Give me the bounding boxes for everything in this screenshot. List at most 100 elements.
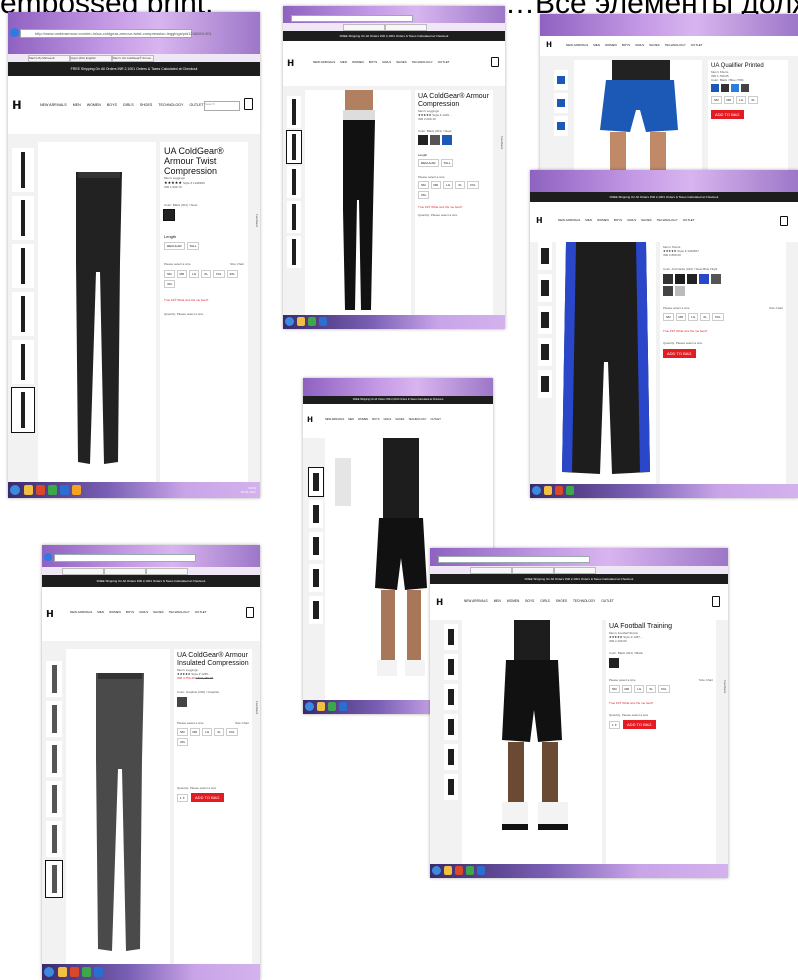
thumbnail[interactable]: [287, 201, 301, 233]
cart-icon[interactable]: [780, 216, 788, 226]
color-swatch[interactable]: [741, 84, 749, 92]
color-swatch[interactable]: [442, 135, 452, 145]
cart-icon[interactable]: [491, 57, 499, 67]
color-swatch[interactable]: [609, 658, 619, 668]
back-button[interactable]: [10, 28, 19, 37]
color-swatch[interactable]: [430, 135, 440, 145]
color-swatch[interactable]: [663, 286, 673, 296]
taskbar-app-icon[interactable]: [319, 317, 327, 326]
taskbar-app-icon[interactable]: [555, 486, 563, 495]
start-icon[interactable]: [44, 967, 54, 977]
thumbnail[interactable]: [46, 821, 62, 857]
thumbnail[interactable]: [309, 500, 323, 528]
nav-technology[interactable]: TECHNOLOGY: [158, 103, 183, 107]
tab-2[interactable]: Apps (RU) English: [70, 55, 112, 62]
add-to-bag-button[interactable]: ADD TO BAG: [663, 349, 696, 358]
ua-logo[interactable]: ʜ: [12, 96, 22, 114]
size-option[interactable]: SM: [711, 96, 722, 104]
taskbar-app-icon[interactable]: [297, 317, 305, 326]
taskbar-app-icon[interactable]: [60, 485, 69, 495]
feedback-tab[interactable]: Feedback: [723, 680, 727, 693]
size-option[interactable]: 3XL: [226, 270, 238, 278]
taskbar-app-icon[interactable]: [70, 967, 79, 977]
size-option[interactable]: 3XL: [177, 738, 189, 746]
taskbar-app-icon[interactable]: [308, 317, 316, 326]
thumbnail[interactable]: [444, 744, 458, 770]
size-option[interactable]: MD: [189, 728, 201, 736]
thumbnail-selected[interactable]: [308, 467, 324, 497]
thumbnail-selected[interactable]: [11, 387, 35, 433]
size-option[interactable]: MD: [675, 313, 687, 321]
size-option[interactable]: LG: [736, 96, 747, 104]
color-swatch[interactable]: [675, 286, 685, 296]
size-option[interactable]: XL: [700, 313, 710, 321]
cart-icon[interactable]: [246, 607, 254, 618]
tab-1[interactable]: [470, 567, 512, 574]
taskbar-app-icon[interactable]: [72, 485, 81, 495]
start-icon[interactable]: [432, 866, 441, 875]
color-swatch[interactable]: [418, 135, 428, 145]
add-to-bag-button[interactable]: ADD TO BAG: [711, 110, 744, 119]
size-option[interactable]: MD: [430, 181, 442, 189]
taskbar-app-icon[interactable]: [339, 702, 347, 711]
size-option[interactable]: MD: [723, 96, 735, 104]
size-option[interactable]: XXL: [466, 181, 479, 189]
back-button[interactable]: [44, 553, 52, 561]
taskbar-app-icon[interactable]: [328, 702, 336, 711]
ua-logo[interactable]: ʜ: [546, 39, 552, 50]
thumbnail[interactable]: [287, 236, 301, 268]
thumbnail[interactable]: [554, 70, 568, 90]
tab-2[interactable]: [385, 24, 427, 31]
tab-2[interactable]: [104, 568, 146, 575]
thumbnail[interactable]: [538, 338, 552, 366]
size-option[interactable]: XXL: [225, 728, 238, 736]
address-bar[interactable]: [438, 556, 590, 563]
thumbnail[interactable]: [12, 292, 34, 336]
thumbnail[interactable]: [538, 242, 552, 270]
length-tall[interactable]: TALL: [186, 242, 200, 250]
size-option[interactable]: 4XL: [164, 280, 176, 288]
start-icon[interactable]: [285, 317, 294, 326]
taskbar-app-icon[interactable]: [444, 866, 452, 875]
color-swatch[interactable]: [711, 274, 721, 284]
size-chart-link[interactable]: Size Chart: [769, 306, 783, 310]
thumbnail[interactable]: [12, 148, 34, 192]
quantity-stepper[interactable]: 1 ⇕: [609, 720, 621, 729]
length-regular[interactable]: REGULAR: [418, 159, 439, 167]
thumbnail-selected[interactable]: [45, 860, 63, 898]
address-bar[interactable]: [54, 554, 196, 562]
size-option[interactable]: MD: [176, 270, 188, 278]
size-option[interactable]: 3XL: [418, 191, 430, 199]
thumbnail[interactable]: [12, 340, 34, 384]
color-swatch[interactable]: [687, 274, 697, 284]
size-option[interactable]: LG: [443, 181, 454, 189]
taskbar-app-icon[interactable]: [82, 967, 91, 977]
nav-outlet[interactable]: OUTLET: [189, 103, 203, 107]
tab-1[interactable]: [62, 568, 104, 575]
size-option[interactable]: XXL: [657, 685, 670, 693]
address-bar[interactable]: [291, 15, 413, 22]
size-option[interactable]: SM: [418, 181, 429, 189]
color-swatch[interactable]: [699, 274, 709, 284]
color-swatch[interactable]: [177, 697, 187, 707]
search-input[interactable]: Search: [204, 101, 240, 111]
thumbnail[interactable]: [444, 774, 458, 800]
size-option[interactable]: XL: [646, 685, 656, 693]
ua-logo[interactable]: ʜ: [307, 414, 313, 425]
taskbar-app-icon[interactable]: [58, 967, 67, 977]
color-swatch[interactable]: [721, 84, 729, 92]
taskbar-app-icon[interactable]: [455, 866, 463, 875]
ua-logo[interactable]: ʜ: [436, 594, 443, 608]
size-option[interactable]: MD: [621, 685, 633, 693]
tab-3[interactable]: Men's UA ColdGear® Armou...: [112, 55, 154, 62]
color-swatch[interactable]: [675, 274, 685, 284]
thumbnail[interactable]: [287, 96, 301, 128]
start-icon[interactable]: [532, 486, 541, 495]
size-option[interactable]: LG: [202, 728, 213, 736]
add-to-bag-button[interactable]: ADD TO BAG: [623, 720, 656, 729]
length-regular[interactable]: REGULAR: [164, 242, 185, 250]
taskbar-app-icon[interactable]: [36, 485, 45, 495]
size-option[interactable]: SM: [177, 728, 188, 736]
thumbnail[interactable]: [444, 714, 458, 740]
thumbnail[interactable]: [538, 274, 552, 302]
